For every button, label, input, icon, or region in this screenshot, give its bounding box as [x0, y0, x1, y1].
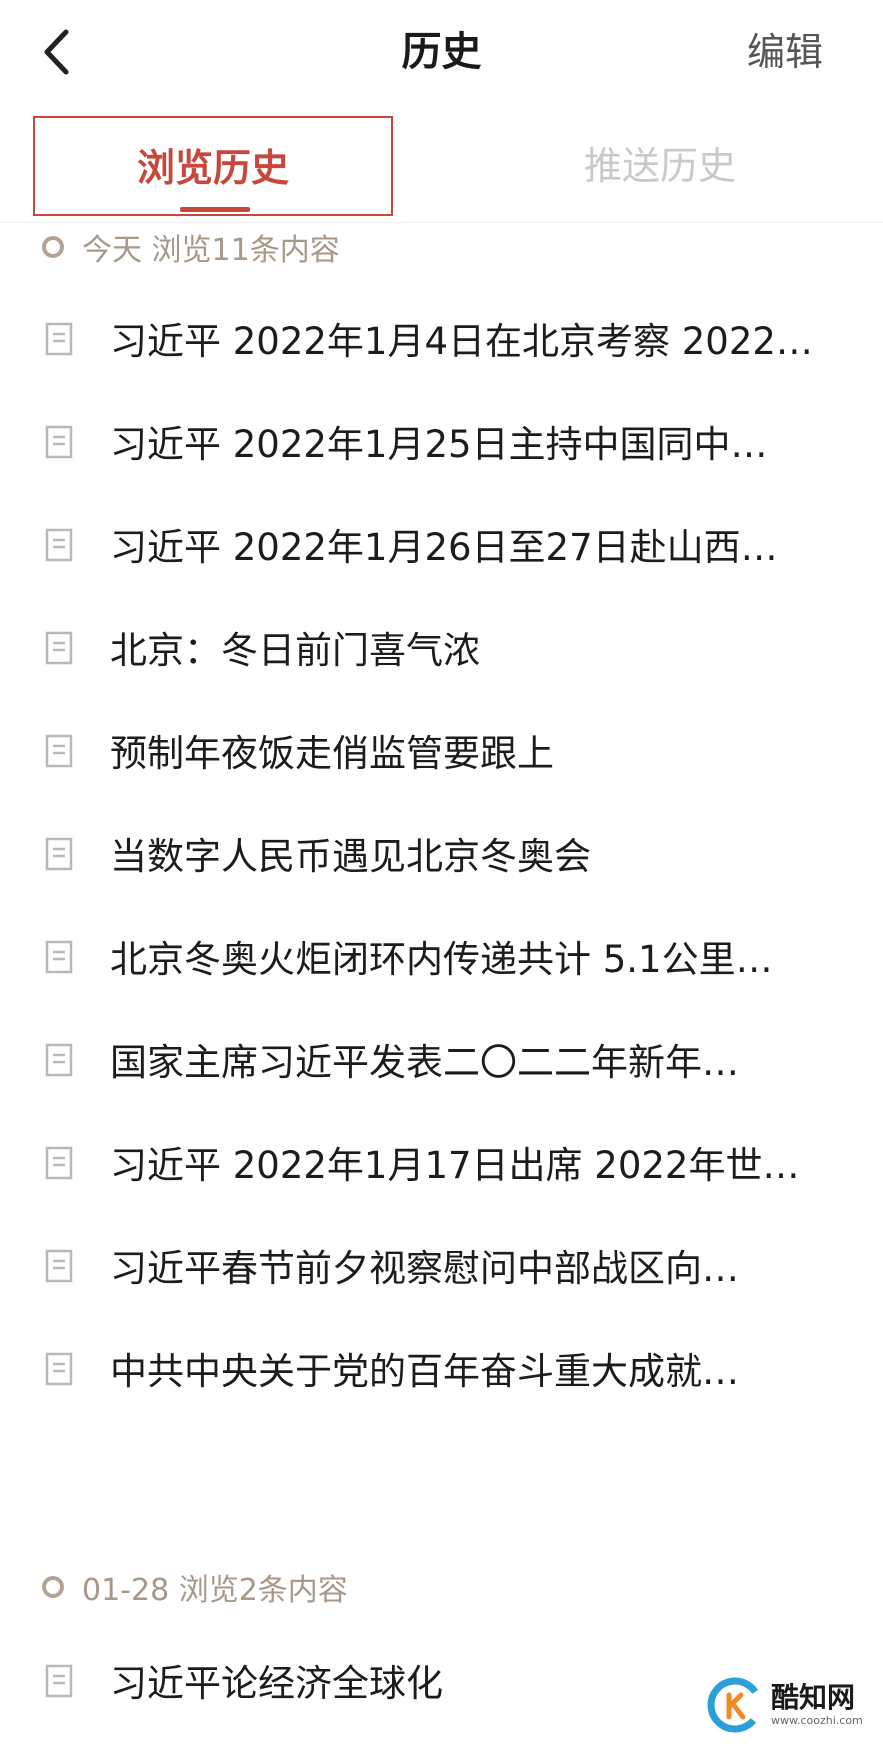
circle-dot-icon [42, 1576, 64, 1598]
document-icon [45, 1664, 73, 1698]
item-title: 习近平 2022年1月25日主持中国同中… [110, 423, 768, 466]
item-title: 预制年夜饭走俏监管要跟上 [110, 732, 554, 775]
list-item[interactable]: 习近平 2022年1月25日主持中国同中… [0, 393, 883, 496]
document-icon [45, 1043, 73, 1077]
document-icon [45, 837, 73, 871]
item-title: 习近平春节前夕视察慰问中部战区向… [110, 1247, 739, 1290]
item-title: 北京冬奥火炬闭环内传递共计 5.1公里… [110, 938, 773, 981]
watermark: 酷知网 www.coozhi.com [683, 1660, 883, 1750]
item-title: 北京：冬日前门喜气浓 [110, 629, 480, 672]
coozhi-logo-icon [707, 1677, 763, 1733]
list-item[interactable]: 中共中央关于党的百年奋斗重大成就… [0, 1320, 883, 1423]
group-header-today: 今天 浏览11条内容 [42, 222, 340, 272]
item-title: 国家主席习近平发表二〇二二年新年… [110, 1041, 739, 1084]
tab-browse-history[interactable]: 浏览历史 [33, 116, 393, 216]
list-item[interactable]: 北京冬奥火炬闭环内传递共计 5.1公里… [0, 908, 883, 1011]
watermark-url: www.coozhi.com [771, 1714, 863, 1727]
active-tab-indicator [180, 207, 250, 212]
tab-label: 浏览历史 [136, 146, 289, 190]
list-item[interactable]: 习近平 2022年1月17日出席 2022年世… [0, 1114, 883, 1217]
list-item[interactable]: 当数字人民币遇见北京冬奥会 [0, 805, 883, 908]
list-item[interactable]: 北京：冬日前门喜气浓 [0, 599, 883, 702]
tab-bar: 浏览历史 推送历史 [0, 108, 883, 223]
document-icon [45, 940, 73, 974]
list-item[interactable]: 习近平 2022年1月4日在北京考察 2022… [0, 290, 883, 393]
history-list-today: 习近平 2022年1月4日在北京考察 2022… 习近平 2022年1月25日主… [0, 290, 883, 1423]
document-icon [45, 1249, 73, 1283]
list-item[interactable]: 国家主席习近平发表二〇二二年新年… [0, 1011, 883, 1114]
group-header-0128: 01-28 浏览2条内容 [42, 1562, 348, 1612]
chevron-left-icon [44, 29, 69, 75]
item-title: 习近平 2022年1月26日至27日赴山西… [110, 526, 778, 569]
back-button[interactable] [30, 22, 82, 82]
list-item[interactable]: 习近平 2022年1月26日至27日赴山西… [0, 496, 883, 599]
list-item[interactable]: 预制年夜饭走俏监管要跟上 [0, 702, 883, 805]
item-title: 习近平 2022年1月17日出席 2022年世… [110, 1144, 800, 1187]
list-item[interactable]: 习近平春节前夕视察慰问中部战区向… [0, 1217, 883, 1320]
document-icon [45, 1352, 73, 1386]
tab-push-history[interactable]: 推送历史 [480, 116, 840, 216]
edit-button[interactable]: 编辑 [747, 22, 823, 82]
nav-bar: 历史 编辑 [0, 0, 883, 108]
circle-dot-icon [42, 236, 64, 258]
group-label: 01-28 浏览2条内容 [82, 1573, 348, 1608]
watermark-text: 酷知网 www.coozhi.com [771, 1682, 863, 1728]
document-icon [45, 1146, 73, 1180]
item-title: 习近平 2022年1月4日在北京考察 2022… [110, 320, 813, 363]
group-label: 今天 浏览11条内容 [82, 233, 340, 268]
item-title: 中共中央关于党的百年奋斗重大成就… [110, 1350, 739, 1393]
document-icon [45, 631, 73, 665]
watermark-name: 酷知网 [771, 1681, 856, 1714]
document-icon [45, 734, 73, 768]
document-icon [45, 322, 73, 356]
document-icon [45, 528, 73, 562]
tab-label: 推送历史 [583, 144, 736, 188]
document-icon [45, 425, 73, 459]
item-title: 当数字人民币遇见北京冬奥会 [110, 835, 591, 878]
